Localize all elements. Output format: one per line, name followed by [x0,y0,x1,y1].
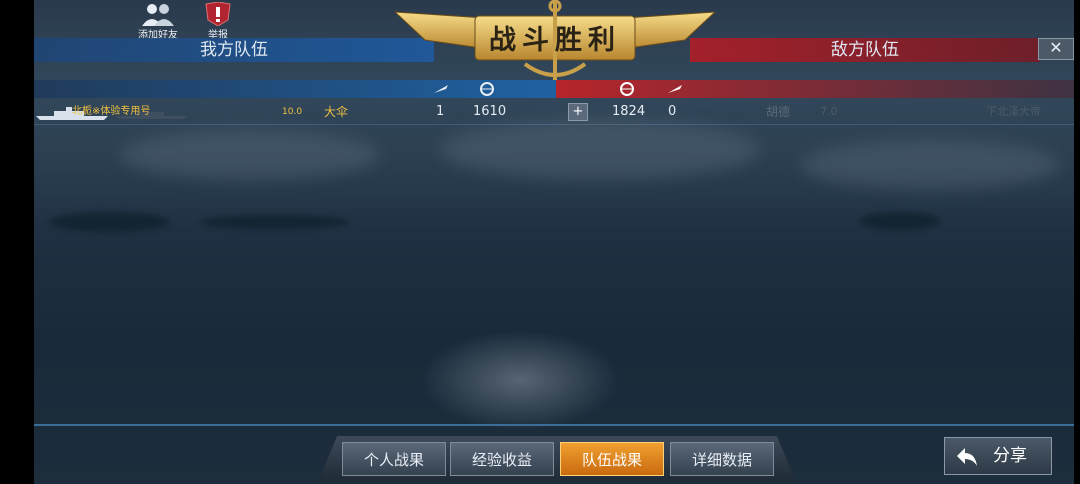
report-icon [205,2,231,26]
kills-value: 1 [436,104,445,119]
add-friend-icon [142,4,174,26]
kills-icon [434,85,448,93]
enemy-score-value: 1824 [612,104,646,119]
left-black-bar [0,0,34,484]
score-icon [480,82,494,96]
enemy-kills-value: 0 [668,104,677,119]
score-value: 1610 [473,104,507,119]
share-button[interactable]: 分享 [944,437,1052,475]
enemy-ship-name: 胡德 [766,105,791,119]
our-team-label: 我方队伍 [200,40,268,60]
background-ship [420,330,620,430]
enemy-stat-header [556,80,1074,98]
tab-personal-results[interactable]: 个人战果 [342,442,446,476]
enemy-score-icon [620,82,634,96]
enemy-ship-level: 7.0 [820,105,838,118]
table-row: 北栀※体验专用号 10.0 大伞 1 1610 + 1824 0 胡德 7.0 … [34,100,1074,125]
add-button[interactable]: + [568,103,588,121]
add-friend-button[interactable]: 添加好友 [128,0,188,41]
bottom-divider [34,424,1074,426]
close-button[interactable]: ✕ [1038,38,1074,60]
right-black-bar [1074,0,1080,484]
ship-name: 大伞 [324,105,349,119]
cloud [440,120,760,180]
our-stat-header [34,80,556,98]
island [860,212,940,230]
cloud [800,140,1060,190]
ship-level: 10.0 [282,107,303,117]
our-team-header: 我方队伍 [34,38,434,62]
cloud [120,130,380,180]
tab-detailed-data[interactable]: 详细数据 [670,442,774,476]
share-label: 分享 [993,446,1027,466]
share-arrow-icon [957,448,977,466]
tab-experience[interactable]: 经验收益 [450,442,554,476]
island [200,215,350,229]
enemy-kills-icon [668,85,682,93]
report-button[interactable]: 举报 [188,0,248,41]
enemy-player-name: 下北泽大帝 [986,105,1041,118]
tab-team-results[interactable]: 队伍战果 [560,442,664,476]
island [50,212,170,232]
victory-title: 战斗胜利 [489,25,621,56]
enemy-team-header: 敌方队伍 [690,38,1040,62]
enemy-team-label: 敌方队伍 [831,40,899,60]
player-name: 北栀※体验专用号 [72,106,151,117]
victory-emblem: 战斗胜利 [393,0,717,82]
